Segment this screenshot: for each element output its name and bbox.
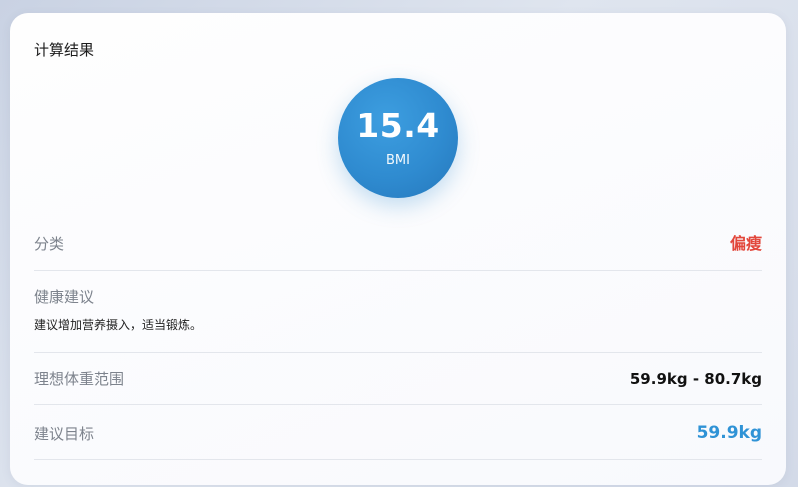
category-label: 分类 [34,235,65,253]
target-weight-label: 建议目标 [34,425,95,443]
result-card: 计算结果 15.4 BMI 分类 偏瘦 健康建议 建议增加营养摄入，适当锻炼。 … [10,13,786,485]
ideal-weight-label: 理想体重范围 [34,370,125,388]
bmi-value: 15.4 [356,106,440,145]
target-weight-value: 59.9kg [696,423,762,443]
health-advice-label: 健康建议 [34,288,95,306]
bmi-label: BMI [386,153,410,168]
category-row: 分类 偏瘦 [34,218,762,271]
ideal-weight-row: 理想体重范围 59.9kg - 80.7kg [34,353,762,405]
target-weight-row: 建议目标 59.9kg [34,405,762,460]
bmi-badge: 15.4 BMI [338,78,458,198]
card-title: 计算结果 [34,41,95,59]
health-advice-row: 健康建议 建议增加营养摄入，适当锻炼。 [34,271,762,353]
health-advice-text: 建议增加营养摄入，适当锻炼。 [34,318,203,332]
category-value: 偏瘦 [729,234,762,253]
ideal-weight-value: 59.9kg - 80.7kg [629,370,762,388]
